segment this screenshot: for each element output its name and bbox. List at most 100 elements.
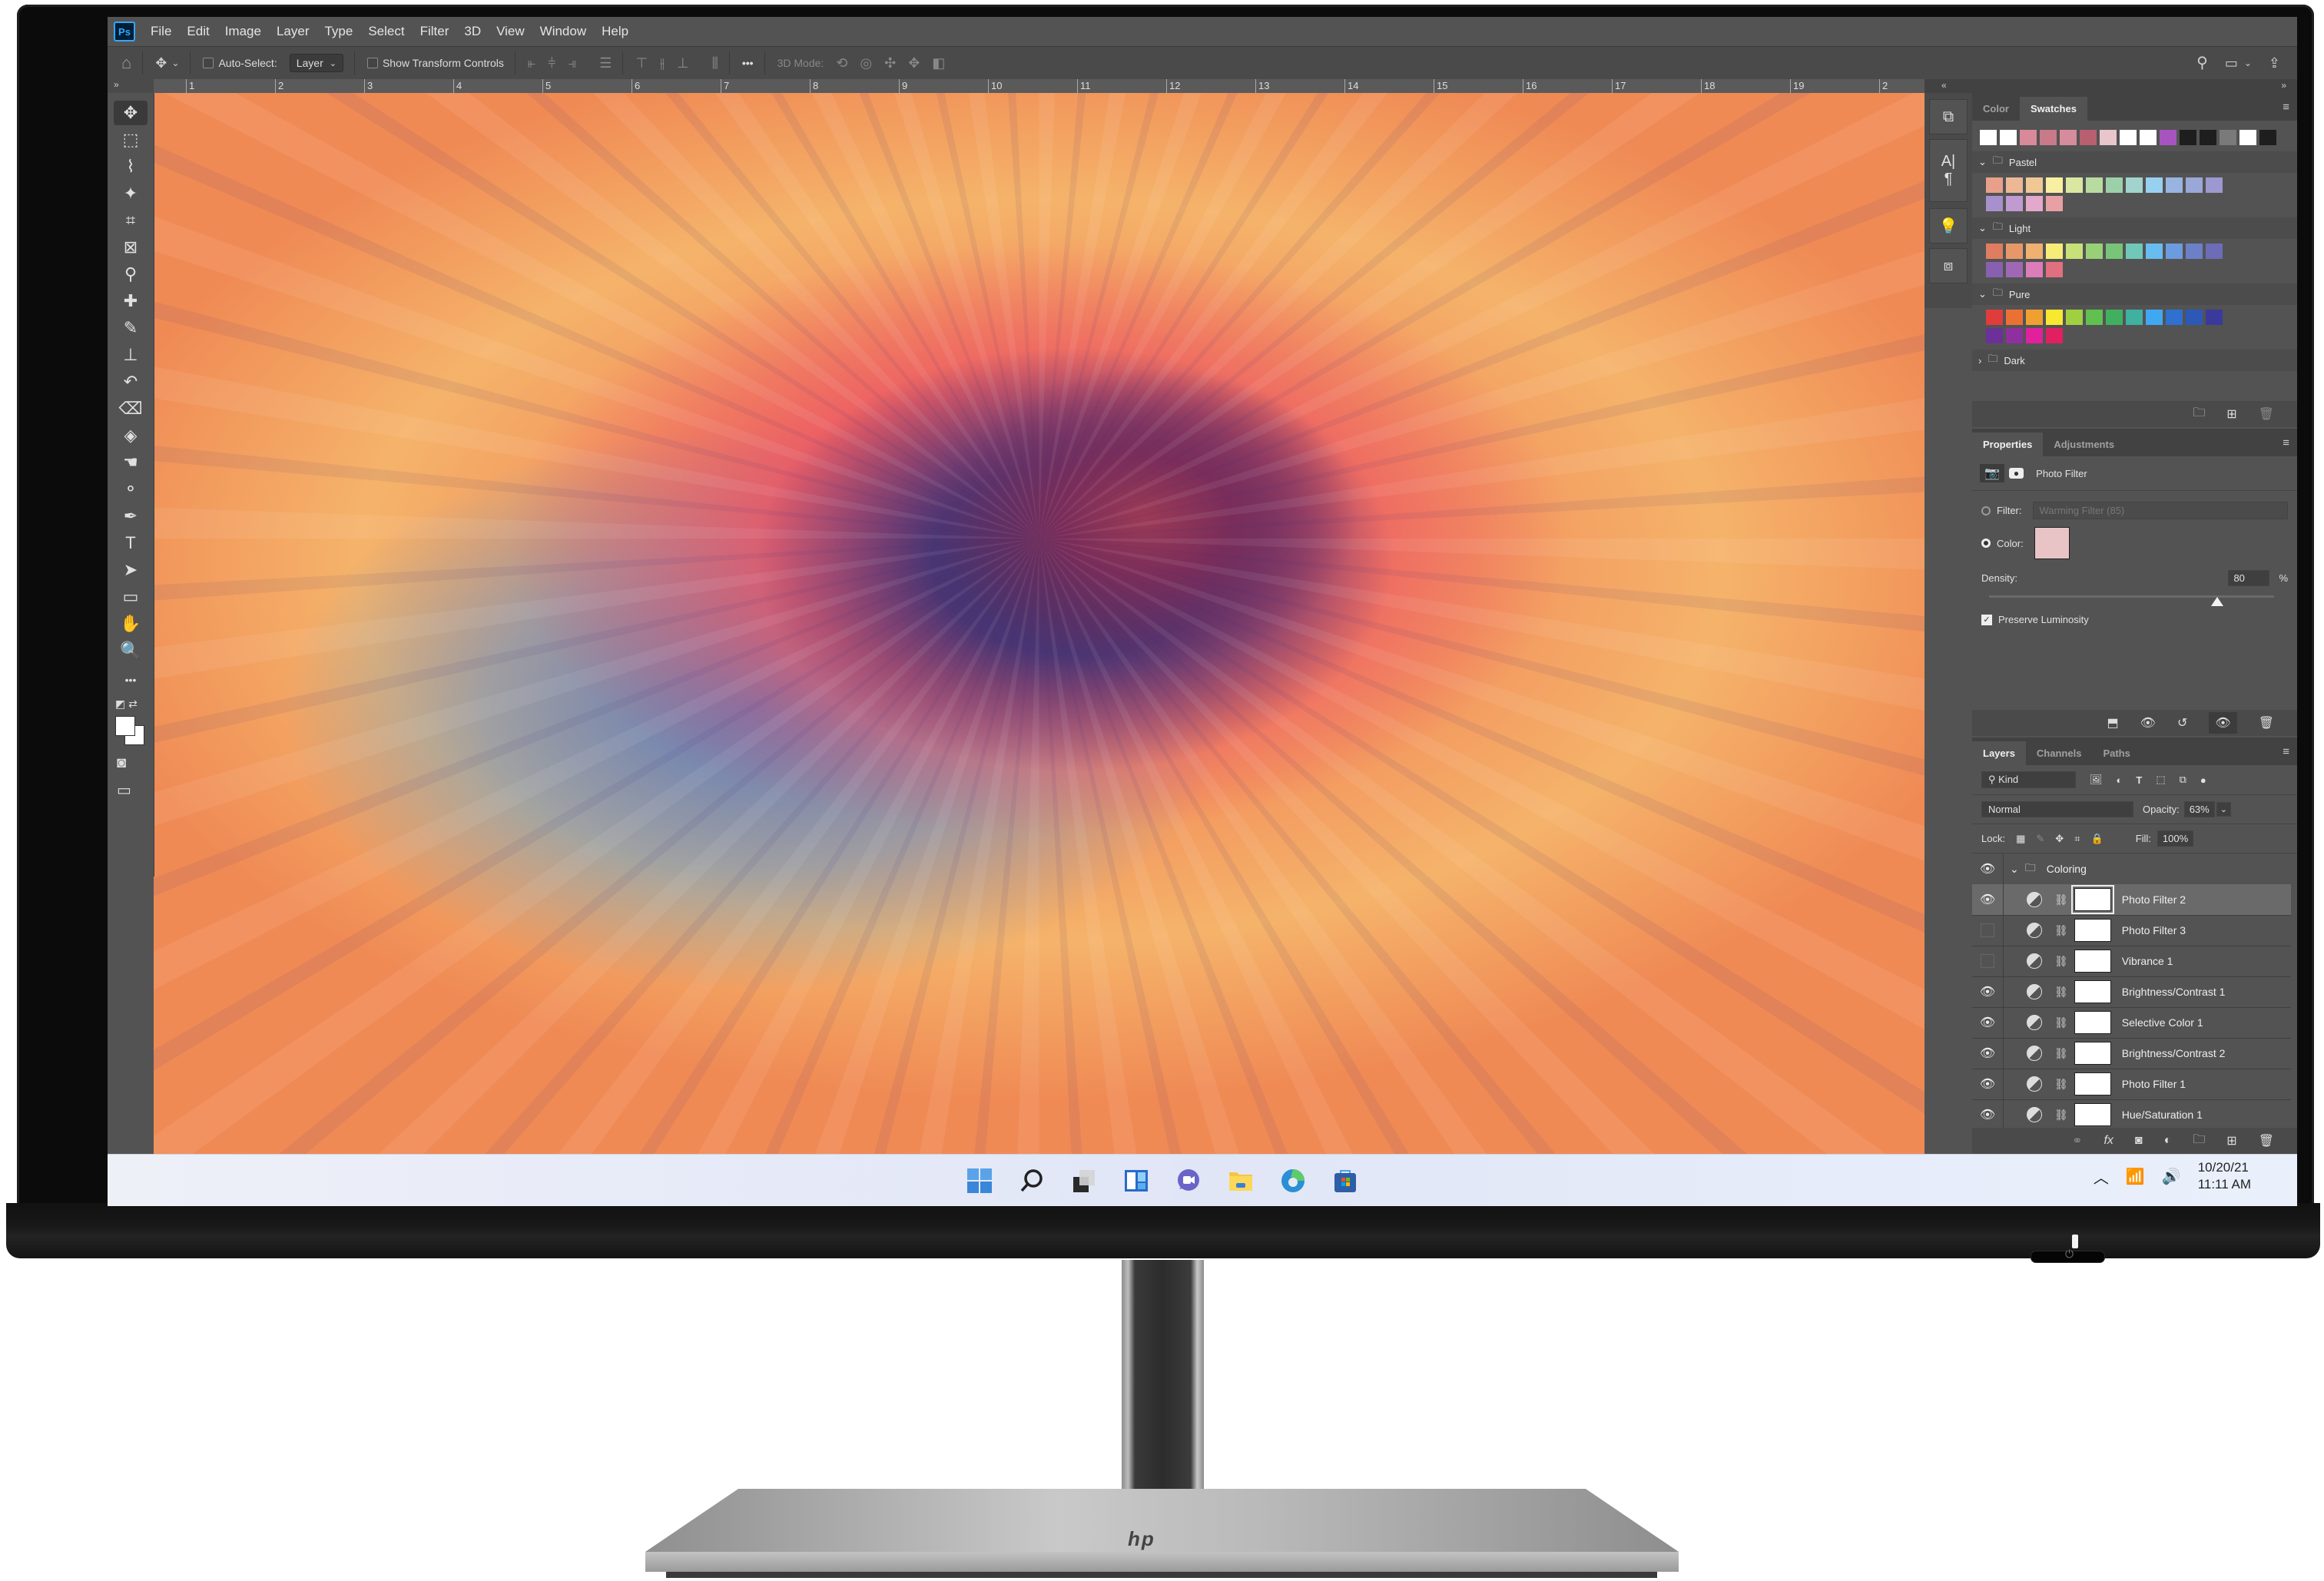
visibility-toggle-off[interactable] xyxy=(1972,915,2004,946)
link-icon[interactable]: ⛓ xyxy=(2054,924,2068,937)
swatch[interactable] xyxy=(1986,328,2003,343)
collapse-right-button[interactable]: » xyxy=(2281,80,2286,91)
link-layers-icon[interactable]: ⚭ xyxy=(2072,1133,2082,1148)
chevron-down-icon[interactable]: ⌄ xyxy=(171,58,179,68)
swatch[interactable] xyxy=(2026,262,2043,277)
search-icon[interactable] xyxy=(1016,1165,1047,1196)
new-group-icon[interactable]: 🗀 xyxy=(2193,404,2205,425)
empty-visibility-box[interactable] xyxy=(1981,923,1994,937)
chevron-down-icon[interactable]: ⌄ xyxy=(1978,288,1987,300)
tab-adjustments[interactable]: Adjustments xyxy=(2043,433,2125,456)
photoshop-logo[interactable]: Ps xyxy=(114,22,135,41)
tab-layers[interactable]: Layers xyxy=(1972,741,2026,765)
smudge-tool[interactable]: ☚ xyxy=(114,450,148,475)
swatch[interactable] xyxy=(2206,310,2223,325)
delete-icon[interactable]: 🗑 xyxy=(2259,715,2274,731)
layer-mask-thumbnail[interactable] xyxy=(2074,1103,2111,1126)
swatch[interactable] xyxy=(2086,177,2103,193)
layer-row[interactable]: 👁 ⛓ Selective Color 1 xyxy=(1972,1007,2291,1039)
orbit-3d-icon[interactable]: ⟲ xyxy=(836,56,847,70)
brush-tool[interactable]: ✎ xyxy=(114,316,148,340)
task-view-icon[interactable] xyxy=(1069,1165,1099,1196)
tab-color[interactable]: Color xyxy=(1972,97,2020,121)
more-options-button[interactable]: ••• xyxy=(742,57,754,69)
swatch[interactable] xyxy=(2006,177,2023,193)
menu-type[interactable]: Type xyxy=(324,24,353,39)
show-transform-controls-checkbox[interactable]: Show Transform Controls xyxy=(366,57,504,69)
healing-brush-tool[interactable]: ✚ xyxy=(114,289,148,313)
layer-mask-thumbnail[interactable] xyxy=(2074,980,2111,1003)
hand-tool[interactable]: ✋ xyxy=(114,612,148,636)
toolbar-collapse-button[interactable]: » xyxy=(108,79,154,93)
layer-kind-filter[interactable]: ⚲ Kind xyxy=(1981,771,2076,788)
filter-color-swatch[interactable] xyxy=(2034,527,2070,559)
filter-type-icon[interactable]: T xyxy=(2136,774,2142,786)
swatch[interactable] xyxy=(2006,328,2023,343)
swatch[interactable] xyxy=(1986,262,2003,277)
density-slider[interactable] xyxy=(1989,592,2274,606)
type-tool[interactable]: T xyxy=(114,531,148,555)
swatch[interactable] xyxy=(2259,130,2276,145)
menu-layer[interactable]: Layer xyxy=(277,24,310,39)
layer-row[interactable]: ⛓ Vibrance 1 xyxy=(1972,946,2291,977)
chevron-down-icon[interactable]: ⌄ xyxy=(2216,802,2231,817)
swatch[interactable] xyxy=(2006,310,2023,325)
menu-help[interactable]: Help xyxy=(602,24,628,39)
swatch[interactable] xyxy=(2100,130,2117,145)
density-input[interactable]: 80 xyxy=(2228,570,2270,586)
layer-mask-thumbnail[interactable] xyxy=(2070,885,2114,914)
visibility-eye-icon[interactable]: 👁 xyxy=(1972,1038,2004,1069)
layer-row[interactable]: ⛓ Photo Filter 3 xyxy=(1972,915,2291,946)
new-swatch-icon[interactable]: ⊞ xyxy=(2226,406,2236,422)
swatch[interactable] xyxy=(2140,130,2157,145)
menu-image[interactable]: Image xyxy=(225,24,261,39)
chevron-down-icon[interactable]: ⌄ xyxy=(1978,222,1987,234)
toggle-visibility-icon[interactable]: 👁 xyxy=(2209,712,2237,734)
swatch-group-header[interactable]: › 🗀 Dark xyxy=(1972,350,2297,371)
swatch[interactable] xyxy=(2126,244,2143,259)
blend-mode-dropdown[interactable]: Normal xyxy=(1981,801,2133,817)
default-colors-icon[interactable]: ◩ ⇄ xyxy=(115,698,138,711)
swatch[interactable] xyxy=(2186,310,2203,325)
marquee-tool[interactable]: ⬚ xyxy=(114,128,148,152)
tab-channels[interactable]: Channels xyxy=(2026,741,2093,765)
swatch[interactable] xyxy=(2239,130,2256,145)
delete-icon[interactable]: 🗑 xyxy=(2259,406,2274,422)
fx-icon[interactable]: fx xyxy=(2104,1134,2113,1148)
add-mask-icon[interactable]: ◙ xyxy=(2135,1134,2143,1148)
align-right-icon[interactable]: ⫣ xyxy=(568,56,576,70)
crop-tool[interactable]: ⌗ xyxy=(114,208,148,233)
foreground-color-swatch[interactable] xyxy=(115,716,135,736)
swatch[interactable] xyxy=(2220,130,2236,145)
visibility-eye-icon[interactable]: 👁 xyxy=(1972,1007,2004,1038)
document-canvas[interactable] xyxy=(154,93,1925,1154)
checkbox-box[interactable] xyxy=(366,58,378,68)
adjustment-layer-icon[interactable]: ◐ xyxy=(2164,1134,2172,1148)
file-explorer-icon[interactable] xyxy=(1225,1165,1256,1196)
swatch[interactable] xyxy=(2160,130,2176,145)
layer-row[interactable]: 👁 ⛓ Brightness/Contrast 2 xyxy=(1972,1038,2291,1069)
paragraph-icon[interactable]: ¶ xyxy=(1944,171,1953,188)
layer-mask-thumbnail[interactable] xyxy=(2074,1042,2111,1065)
lock-artboard-icon[interactable]: ⌗ xyxy=(2074,833,2080,845)
panel-menu-icon[interactable]: ≡ xyxy=(2283,436,2289,449)
swatch[interactable] xyxy=(2186,244,2203,259)
menu-select[interactable]: Select xyxy=(368,24,404,39)
clip-to-layer-icon[interactable]: ⬒ xyxy=(2107,715,2119,731)
swatch[interactable] xyxy=(1986,196,2003,211)
link-icon[interactable]: ⛓ xyxy=(2054,1047,2068,1060)
search-icon[interactable]: ⚲ xyxy=(2196,55,2208,71)
learn-icon[interactable]: 💡 xyxy=(1929,208,1968,244)
horizontal-ruler[interactable]: 1 2 3 4 5 6 7 8 9 10 11 12 13 14 15 16 1… xyxy=(154,79,1925,94)
path-selection-tool[interactable]: ➤ xyxy=(114,558,148,582)
swatch[interactable] xyxy=(2046,196,2063,211)
layer-mask-thumbnail[interactable] xyxy=(2074,1011,2111,1034)
swatch[interactable] xyxy=(2166,244,2183,259)
menu-3d[interactable]: 3D xyxy=(464,24,481,39)
empty-visibility-box[interactable] xyxy=(1981,954,1994,968)
auto-select-checkbox[interactable]: Auto-Select: xyxy=(203,57,277,69)
align-middle-v-icon[interactable]: ⫲ xyxy=(660,56,665,70)
swatch-group-header[interactable]: ⌄ 🗀 Pastel xyxy=(1972,151,2297,173)
checkbox-box[interactable] xyxy=(203,58,214,68)
align-left-icon[interactable]: ⫦ xyxy=(528,56,535,70)
